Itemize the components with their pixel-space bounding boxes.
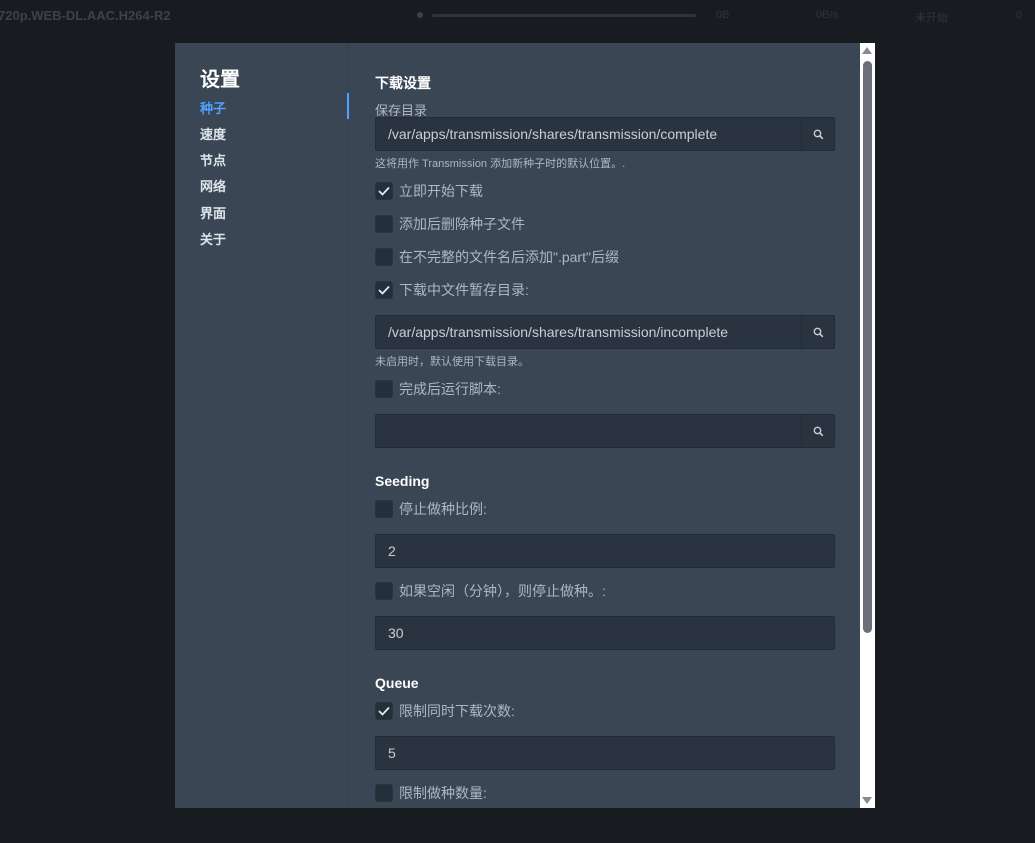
nav-item-peers[interactable]: 节点: [200, 150, 226, 169]
download-queue-input[interactable]: 5: [375, 736, 835, 770]
seed-queue-label: 限制做种数量:: [399, 785, 487, 801]
search-icon: [813, 426, 823, 436]
settings-dialog: 设置 种子 速度 节点 网络 界面 关于 下载设置 保存目录 /var/apps…: [175, 43, 875, 808]
nav-item-interface[interactable]: 界面: [200, 203, 226, 222]
checkbox-box: [375, 248, 393, 266]
background-status-dot: [417, 12, 423, 18]
save-dir-input[interactable]: /var/apps/transmission/shares/transmissi…: [375, 117, 835, 151]
script-browse-button[interactable]: [801, 415, 834, 447]
run-script-label: 完成后运行脚本:: [399, 381, 501, 397]
queue-section-title: Queue: [375, 675, 419, 691]
delete-torrent-label: 添加后删除种子文件: [399, 216, 525, 232]
nav-item-speed[interactable]: 速度: [200, 124, 226, 143]
download-queue-value: 5: [388, 745, 396, 761]
background-speed: 0B/s: [816, 9, 839, 21]
checkbox-box: [375, 784, 393, 802]
settings-sidebar: 设置 种子 速度 节点 网络 界面 关于: [175, 43, 349, 808]
checkbox-box: [375, 281, 393, 299]
checkbox-box: [375, 500, 393, 518]
nav-active-indicator: [347, 93, 349, 119]
ratio-limit-value: 2: [388, 543, 396, 559]
ratio-limit-label: 停止做种比例:: [399, 501, 487, 517]
background-status: 未开始: [915, 12, 948, 24]
background-torrent-row: 720p.WEB-DL.AAC.H264-R2 0B 0B/s 未开始 0: [0, 0, 1035, 32]
save-dir-value: /var/apps/transmission/shares/transmissi…: [388, 126, 718, 142]
checkbox-box: [375, 380, 393, 398]
start-now-label: 立即开始下载: [399, 183, 483, 199]
checkbox-box: [375, 182, 393, 200]
background-count: 0: [1016, 9, 1023, 21]
scroll-down-arrow-icon[interactable]: [862, 797, 872, 804]
run-script-checkbox[interactable]: 完成后运行脚本:: [375, 379, 501, 399]
background-torrent-name: 720p.WEB-DL.AAC.H264-R2: [0, 8, 171, 23]
checkbox-box: [375, 702, 393, 720]
check-icon: [378, 186, 390, 196]
delete-torrent-checkbox[interactable]: 添加后删除种子文件: [375, 214, 525, 234]
idle-limit-value: 30: [388, 625, 404, 641]
incomplete-dir-hint: 未启用时，默认使用下载目录。: [375, 356, 529, 368]
incomplete-dir-input[interactable]: /var/apps/transmission/shares/transmissi…: [375, 315, 835, 349]
scroll-up-arrow-icon[interactable]: [862, 47, 872, 54]
idle-limit-label: 如果空闲（分钟），则停止做种。:: [399, 583, 606, 599]
nav-item-about[interactable]: 关于: [200, 229, 226, 248]
check-icon: [378, 285, 390, 295]
nav-item-torrents[interactable]: 种子: [200, 98, 226, 117]
seed-queue-checkbox[interactable]: 限制做种数量:: [375, 783, 487, 803]
checkbox-box: [375, 215, 393, 233]
script-path-input[interactable]: [375, 414, 835, 448]
download-section-title: 下载设置: [375, 75, 431, 91]
settings-content: 下载设置 保存目录 /var/apps/transmission/shares/…: [375, 43, 835, 808]
part-suffix-checkbox[interactable]: 在不完整的文件名后添加".part"后缀: [375, 247, 619, 267]
incomplete-dir-value: /var/apps/transmission/shares/transmissi…: [388, 324, 729, 340]
part-suffix-label: 在不完整的文件名后添加".part"后缀: [399, 249, 619, 265]
background-progress-bar: [432, 14, 696, 17]
download-queue-checkbox[interactable]: 限制同时下载次数:: [375, 701, 515, 721]
background-size: 0B: [716, 9, 730, 21]
dialog-scrollbar[interactable]: [860, 43, 875, 808]
search-icon: [813, 327, 823, 337]
scrollbar-thumb[interactable]: [863, 61, 872, 633]
search-icon: [813, 129, 823, 139]
nav-item-network[interactable]: 网络: [200, 176, 226, 195]
save-dir-browse-button[interactable]: [801, 118, 834, 150]
save-dir-hint: 这将用作 Transmission 添加新种子时的默认位置。.: [375, 158, 626, 170]
checkbox-box: [375, 582, 393, 600]
ratio-limit-checkbox[interactable]: 停止做种比例:: [375, 499, 487, 519]
incomplete-dir-label: 下载中文件暂存目录:: [399, 282, 529, 298]
idle-limit-input[interactable]: 30: [375, 616, 835, 650]
download-queue-label: 限制同时下载次数:: [399, 703, 515, 719]
idle-limit-checkbox[interactable]: 如果空闲（分钟），则停止做种。:: [375, 581, 606, 601]
settings-title: 设置: [200, 69, 240, 91]
seeding-section-title: Seeding: [375, 473, 430, 489]
start-now-checkbox[interactable]: 立即开始下载: [375, 181, 483, 201]
incomplete-dir-browse-button[interactable]: [801, 316, 834, 348]
check-icon: [378, 706, 390, 716]
ratio-limit-input[interactable]: 2: [375, 534, 835, 568]
incomplete-dir-checkbox[interactable]: 下载中文件暂存目录:: [375, 280, 529, 300]
